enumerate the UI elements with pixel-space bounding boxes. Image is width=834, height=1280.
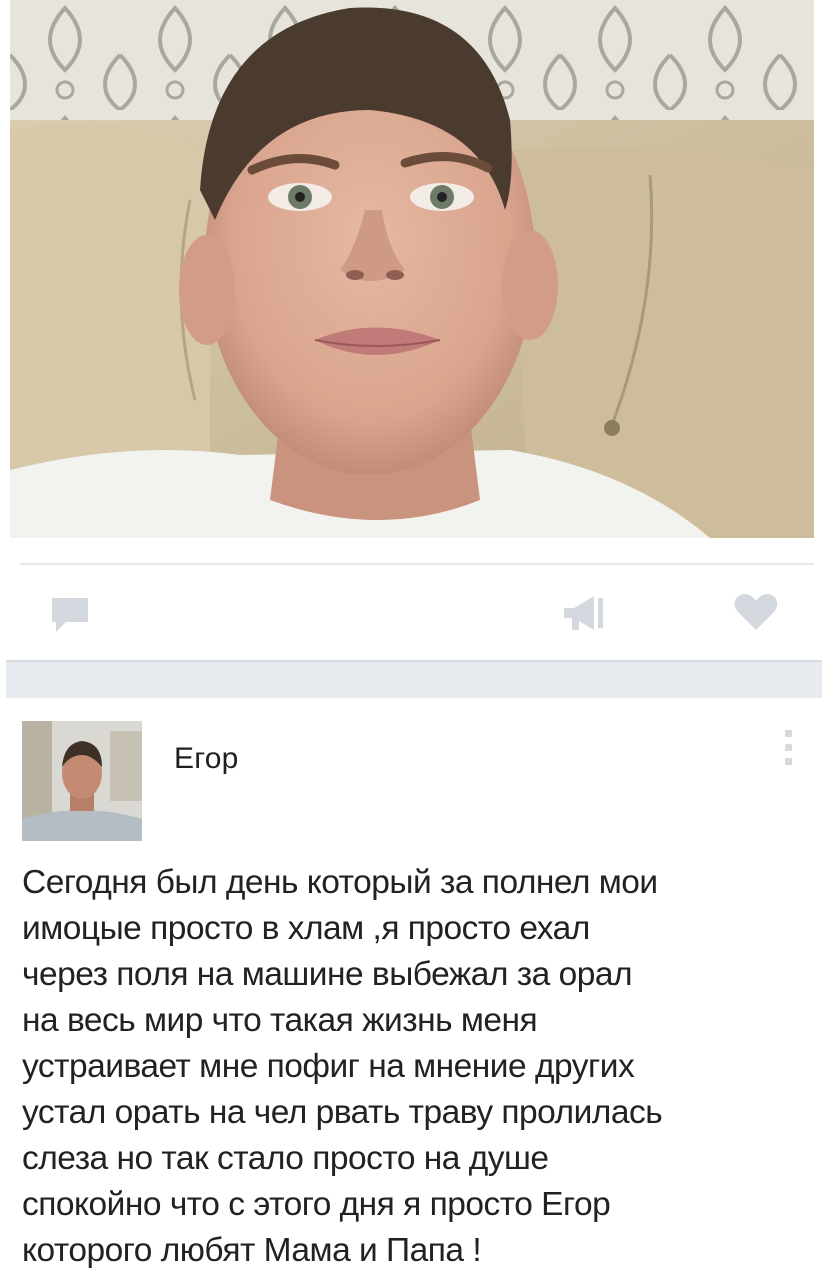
post-photo[interactable] bbox=[10, 0, 814, 538]
post-card: Егор Сегодня был день который за полнел … bbox=[0, 700, 834, 1280]
author-name[interactable]: Егор bbox=[174, 742, 238, 776]
post-actions-bar bbox=[0, 578, 834, 638]
megaphone-share-icon[interactable] bbox=[560, 592, 608, 634]
post-text: Сегодня был день который за полнел мои и… bbox=[22, 864, 663, 1269]
heart-icon[interactable] bbox=[733, 592, 779, 632]
feed-separator bbox=[6, 660, 822, 698]
selfie-photo-illustration bbox=[10, 0, 814, 538]
comment-icon[interactable] bbox=[48, 594, 92, 634]
avatar[interactable] bbox=[22, 721, 142, 841]
divider bbox=[20, 563, 814, 565]
more-vertical-icon[interactable] bbox=[784, 730, 794, 774]
